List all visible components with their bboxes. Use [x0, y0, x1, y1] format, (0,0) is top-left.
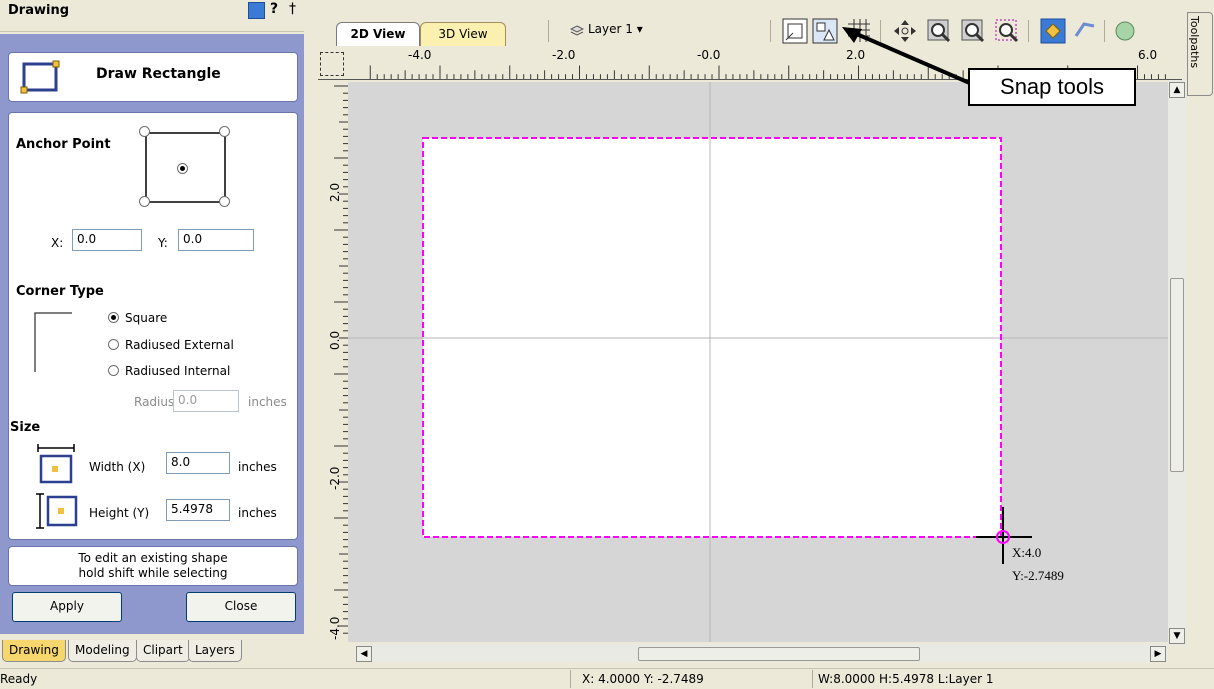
anchor-y-label: Y:	[158, 236, 168, 250]
status-divider	[812, 670, 813, 688]
tab-clipart[interactable]: Clipart	[136, 640, 190, 662]
cursor-x-readout: X:4.0	[1012, 545, 1042, 560]
corner-type-label: Corner Type	[16, 284, 104, 299]
toolpaths-label: Toolpaths	[1188, 16, 1201, 69]
radius-field[interactable]: 0.0	[173, 390, 239, 412]
radius-label: Radius	[134, 395, 175, 409]
height-label: Height (Y)	[89, 506, 150, 520]
help-icon[interactable]: ?	[270, 1, 278, 17]
ruler-v-label: 0.0	[328, 330, 342, 350]
height-icon	[36, 493, 78, 529]
anchor-bottom-left-radio[interactable]	[139, 196, 150, 207]
corner-radiused-internal-label: Radiused Internal	[125, 364, 231, 378]
layer-icon	[570, 25, 584, 36]
anchor-x-field[interactable]: 0.0	[72, 229, 142, 251]
height-unit: inches	[238, 506, 277, 520]
size-label: Size	[10, 420, 41, 435]
ruler-h-label: -2.0	[552, 48, 576, 62]
scroll-left-button[interactable]: ◀	[356, 646, 372, 662]
corner-square-radio[interactable]	[108, 312, 119, 323]
panel-title: Drawing	[8, 3, 70, 18]
canvas-drawing	[348, 82, 1168, 642]
hint-card: To edit an existing shape hold shift whi…	[8, 546, 298, 586]
status-position: X: 4.0000 Y: -2.7489	[582, 672, 704, 686]
radius-unit: inches	[248, 395, 287, 409]
hint-line-1: To edit an existing shape	[78, 551, 228, 565]
cursor-y-readout: Y:-2.7489	[1012, 568, 1064, 583]
anchor-y-field[interactable]: 0.0	[178, 229, 254, 251]
anchor-top-left-radio[interactable]	[139, 126, 150, 137]
callout-arrow-icon	[842, 27, 973, 86]
tab-layers[interactable]: Layers	[188, 640, 242, 662]
ruler-h-label: -0.0	[697, 48, 721, 62]
width-icon	[37, 444, 75, 484]
apply-button[interactable]: Apply	[12, 592, 122, 622]
ruler-v-label: -2.0	[328, 466, 342, 490]
scroll-down-button[interactable]: ▼	[1169, 628, 1185, 644]
width-label: Width (X)	[89, 460, 146, 474]
width-field[interactable]: 8.0	[166, 452, 230, 474]
anchor-center-radio[interactable]	[177, 163, 188, 174]
tab-3d-view[interactable]: 3D View	[420, 22, 506, 46]
snap-tools-callout: Snap tools	[968, 68, 1136, 106]
ruler-v-label: 2.0	[328, 182, 342, 202]
toolbar-separator	[1104, 20, 1105, 42]
status-size: W:8.0000 H:5.4978 L:Layer 1	[818, 672, 994, 686]
corner-radiused-internal-radio[interactable]	[108, 365, 119, 376]
vector-select-icon[interactable]	[1040, 18, 1066, 44]
vertical-scroll-thumb[interactable]	[1170, 278, 1184, 472]
status-ready: Ready	[0, 672, 38, 686]
horizontal-scroll-thumb[interactable]	[638, 647, 920, 661]
node-edit-icon[interactable]	[1072, 18, 1098, 44]
close-button[interactable]: Close	[186, 592, 296, 622]
corner-preview-icon	[34, 312, 72, 372]
snap-to-object-icon[interactable]	[782, 18, 808, 44]
anchor-x-label: X:	[51, 236, 64, 250]
pin-icon[interactable]: †	[289, 1, 296, 17]
corner-square-label: Square	[125, 311, 168, 325]
render-icon[interactable]	[1112, 18, 1138, 44]
scroll-up-button[interactable]: ▲	[1169, 82, 1185, 98]
hint-line-2: hold shift while selecting	[78, 566, 228, 580]
tab-2d-view[interactable]: 2D View	[336, 22, 420, 46]
vertical-ruler	[318, 80, 348, 640]
ruler-origin-icon[interactable]	[320, 52, 344, 76]
anchor-top-right-radio[interactable]	[219, 126, 230, 137]
zoom-selection-icon[interactable]	[994, 18, 1020, 44]
tab-modeling[interactable]: Modeling	[68, 640, 137, 662]
layer-dropdown[interactable]: Layer 1 ▾	[588, 22, 643, 36]
toolbar-separator	[548, 20, 549, 42]
export-icon[interactable]	[248, 2, 265, 19]
height-field[interactable]: 5.4978	[166, 499, 230, 521]
anchor-point-label: Anchor Point	[16, 137, 111, 152]
layer-dropdown-value: Layer 1	[588, 22, 633, 36]
anchor-bottom-right-radio[interactable]	[219, 196, 230, 207]
toolbar-separator	[1028, 20, 1029, 42]
width-unit: inches	[238, 460, 277, 474]
toolbar-separator	[770, 20, 771, 42]
status-divider	[570, 670, 571, 688]
corner-radiused-external-label: Radiused External	[125, 338, 234, 352]
ruler-h-label: 6.0	[1138, 48, 1158, 62]
snap-to-grid-icon[interactable]	[812, 18, 838, 44]
tool-title: Draw Rectangle	[96, 66, 221, 82]
drawing-canvas[interactable]	[348, 82, 1168, 642]
ruler-h-label: -4.0	[408, 48, 432, 62]
corner-radiused-external-radio[interactable]	[108, 339, 119, 350]
rectangle-tool-icon	[20, 60, 60, 94]
ruler-v-label: -4.0	[328, 616, 342, 640]
tab-drawing[interactable]: Drawing	[2, 640, 66, 662]
scroll-right-button[interactable]: ▶	[1150, 646, 1166, 662]
